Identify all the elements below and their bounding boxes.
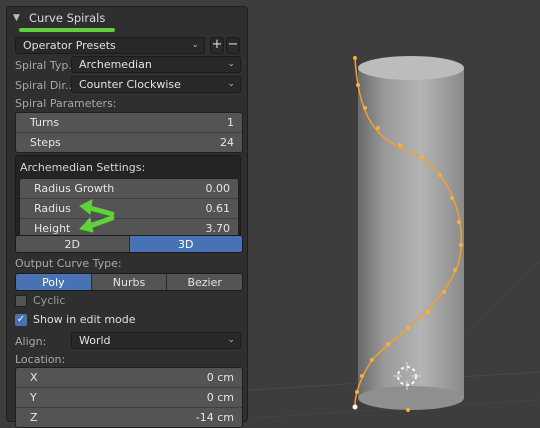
- align-dropdown[interactable]: World ⌄: [71, 332, 241, 349]
- location-x-label: X: [30, 371, 38, 384]
- height-label: Height: [34, 222, 71, 235]
- checkmark-icon: ✓: [16, 313, 26, 325]
- spiral-type-value: Archemedian: [79, 58, 152, 71]
- edit-mode-checkbox[interactable]: ✓: [15, 313, 27, 326]
- spiral-type-dropdown[interactable]: Archemedian ⌄: [71, 56, 241, 73]
- radius-field[interactable]: Radius 0.61: [20, 199, 238, 218]
- turns-value: 1: [227, 116, 234, 129]
- location-label: Location:: [15, 353, 66, 366]
- align-value: World: [79, 334, 111, 347]
- dropdown-arrow-icon: ⌄: [191, 40, 199, 50]
- location-group: X 0 cm Y 0 cm Z -14 cm: [15, 367, 243, 428]
- chevron-down-icon[interactable]: ▼: [13, 13, 25, 23]
- cyclic-label: Cyclic: [33, 294, 66, 307]
- panel-header[interactable]: ▼ Curve Spirals: [13, 10, 105, 26]
- curve-type-nurbs[interactable]: Nurbs: [90, 274, 167, 290]
- cylinder-bottom: [358, 386, 464, 410]
- remove-preset-button[interactable]: −: [226, 37, 240, 54]
- spiral-parameters-group: Turns 1 Steps 24: [15, 112, 243, 153]
- dimension-toggle: 2D 3D: [15, 235, 243, 253]
- radius-growth-label: Radius Growth: [34, 182, 115, 195]
- output-curve-type-label: Output Curve Type:: [15, 257, 122, 270]
- archemedian-settings-label: Archemedian Settings:: [20, 161, 146, 174]
- spiral-type-label: Spiral Typ...: [15, 59, 79, 72]
- align-label: Align:: [15, 335, 47, 348]
- cyclic-checkbox-row[interactable]: Cyclic: [15, 294, 65, 307]
- grid-line: [469, 259, 540, 331]
- location-x-field[interactable]: X 0 cm: [16, 368, 242, 387]
- location-x-value: 0 cm: [206, 371, 234, 384]
- annotation-underline: [19, 28, 115, 32]
- location-y-label: Y: [30, 391, 37, 404]
- archemedian-settings-box: Archemedian Settings: Radius Growth 0.00…: [15, 155, 241, 239]
- operator-panel: ▼ Curve Spirals Operator Presets ⌄ + − S…: [6, 6, 248, 428]
- dropdown-arrow-icon: ⌄: [227, 335, 235, 345]
- spiral-direction-dropdown[interactable]: Counter Clockwise ⌄: [71, 76, 241, 93]
- location-y-value: 0 cm: [206, 391, 234, 404]
- cyclic-checkbox[interactable]: [15, 294, 27, 307]
- archemedian-fields-group: Radius Growth 0.00 Radius 0.61 Height 3.…: [19, 178, 239, 239]
- turns-field[interactable]: Turns 1: [16, 113, 242, 132]
- radius-growth-field[interactable]: Radius Growth 0.00: [20, 179, 238, 198]
- edit-mode-label: Show in edit mode: [33, 313, 136, 326]
- location-z-field[interactable]: Z -14 cm: [16, 408, 242, 427]
- curve-type-bezier[interactable]: Bezier: [166, 274, 242, 290]
- location-z-label: Z: [30, 411, 38, 424]
- cylinder-top: [358, 56, 464, 80]
- cylinder-body: [358, 68, 464, 398]
- spiral-direction-value: Counter Clockwise: [79, 78, 181, 91]
- panel-title: Curve Spirals: [29, 11, 106, 25]
- curve-type-selector: Poly Nurbs Bezier: [15, 273, 243, 291]
- radius-label: Radius: [34, 202, 71, 215]
- location-y-field[interactable]: Y 0 cm: [16, 388, 242, 407]
- steps-label: Steps: [30, 136, 61, 149]
- radius-value: 0.61: [205, 202, 231, 215]
- toggle-2d[interactable]: 2D: [16, 236, 129, 252]
- edit-mode-checkbox-row[interactable]: ✓ Show in edit mode: [15, 313, 136, 326]
- spiral-direction-label: Spiral Dir...: [15, 79, 76, 92]
- curve-type-poly[interactable]: Poly: [16, 274, 91, 290]
- dropdown-arrow-icon: ⌄: [227, 79, 235, 89]
- dropdown-arrow-icon: ⌄: [227, 59, 235, 69]
- operator-presets-dropdown[interactable]: Operator Presets ⌄: [15, 37, 205, 54]
- radius-growth-value: 0.00: [205, 182, 231, 195]
- toggle-3d[interactable]: 3D: [128, 236, 242, 252]
- steps-value: 24: [220, 136, 234, 149]
- annotation-arrows: [79, 199, 115, 233]
- add-preset-button[interactable]: +: [210, 37, 224, 54]
- steps-field[interactable]: Steps 24: [16, 133, 242, 152]
- spiral-parameters-label: Spiral Parameters:: [15, 97, 117, 110]
- presets-label: Operator Presets: [23, 39, 116, 52]
- curve-endpoint: [352, 404, 358, 410]
- turns-label: Turns: [30, 116, 60, 129]
- location-z-value: -14 cm: [195, 411, 234, 424]
- height-value: 3.70: [205, 222, 231, 235]
